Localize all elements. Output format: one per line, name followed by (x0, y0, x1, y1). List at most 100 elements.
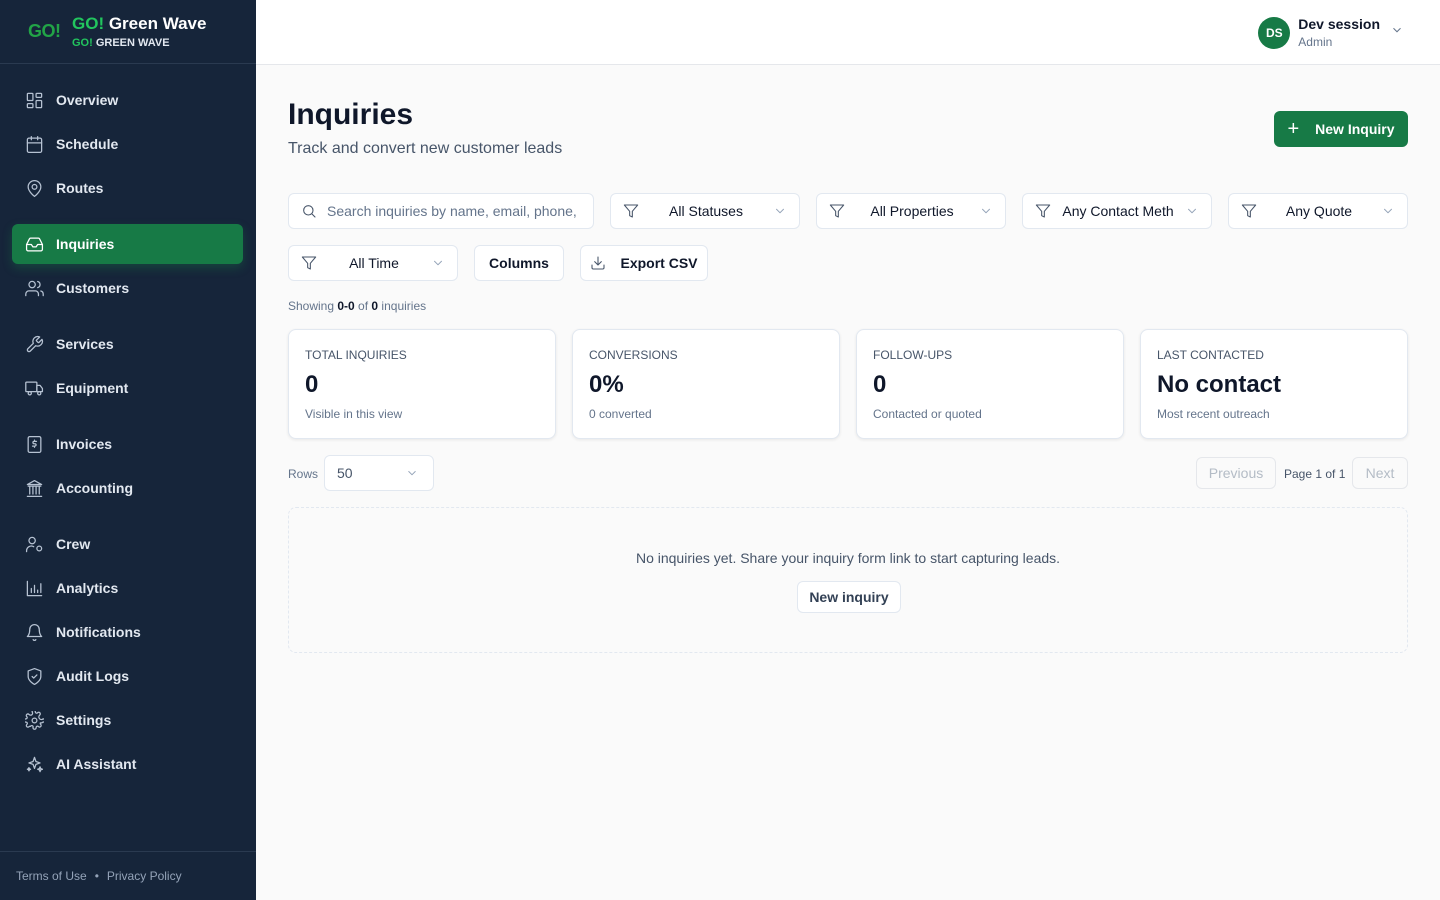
sidebar-item-label: Schedule (56, 136, 119, 152)
brand-header[interactable]: GO! GO! Green Wave GO! GREEN WAVE (0, 0, 256, 64)
sidebar-item-schedule[interactable]: Schedule (12, 124, 243, 164)
inbox-icon (24, 234, 44, 254)
rows-per-page-value: 50 (337, 465, 353, 481)
stat-value: No contact (1157, 371, 1282, 398)
stat-note: 0 converted (589, 407, 652, 421)
contact-filter-value: Any Contact Meth (1062, 203, 1174, 219)
sidebar: GO! GO! Green Wave GO! GREEN WAVE Overvi… (0, 0, 256, 900)
sidebar-item-customers[interactable]: Customers (12, 268, 243, 308)
rows-per-page-select[interactable]: 50 (324, 455, 434, 491)
stat-card-last-contacted: Last Contacted No contact Most recent ou… (1140, 329, 1408, 439)
sidebar-item-label: Overview (56, 92, 119, 108)
page-title: Inquiries (288, 98, 414, 131)
stat-label: Total Inquiries (305, 348, 407, 362)
stat-note: Most recent outreach (1157, 407, 1270, 421)
download-icon (591, 256, 606, 270)
search-placeholder: Search inquiries by name, email, phone, … (327, 203, 581, 219)
brand-subtitle: GO! GREEN WAVE (72, 37, 170, 49)
status-filter-value: All Statuses (669, 203, 743, 219)
sidebar-item-crew[interactable]: Crew (12, 524, 243, 564)
results-count: Showing 0-0 of 0 inquiries (288, 299, 427, 313)
sidebar-footer: Terms of Use • Privacy Policy (0, 851, 256, 900)
chevron-down-icon (408, 470, 416, 476)
sidebar-item-label: Inquiries (56, 236, 115, 252)
calendar-icon (24, 134, 44, 154)
sidebar-item-label: Accounting (56, 480, 133, 496)
search-input[interactable]: Search inquiries by name, email, phone, … (288, 193, 594, 229)
chevron-down-icon (776, 208, 784, 214)
stat-card-follow-ups: Follow-ups 0 Contacted or quoted (856, 329, 1124, 439)
users-icon (24, 278, 44, 298)
sidebar-item-services[interactable]: Services (12, 324, 243, 364)
stat-value: 0 (873, 371, 887, 398)
previous-page-button[interactable]: Previous (1196, 457, 1276, 489)
sidebar-item-overview[interactable]: Overview (12, 80, 243, 120)
rows-label: Rows (288, 467, 319, 481)
export-csv-button[interactable]: Export CSV (580, 245, 708, 281)
sidebar-item-label: Analytics (56, 580, 119, 596)
bell-icon (24, 622, 44, 642)
sidebar-item-notifications[interactable]: Notifications (12, 612, 243, 652)
empty-state-message: No inquiries yet. Share your inquiry for… (635, 550, 1061, 566)
empty-new-inquiry-button[interactable]: New inquiry (797, 581, 901, 613)
shield-check-icon (24, 666, 44, 686)
user-gear-icon (24, 534, 44, 554)
sidebar-item-analytics[interactable]: Analytics (12, 568, 243, 608)
filter-icon (1241, 204, 1257, 218)
map-pin-icon (24, 178, 44, 198)
contact-method-filter-select[interactable]: Any Contact Meth (1022, 193, 1212, 229)
chevron-down-icon (434, 260, 442, 266)
bank-icon (24, 478, 44, 498)
brand-logo: GO! (28, 21, 61, 41)
chevron-down-icon (1390, 23, 1404, 42)
terms-link[interactable]: Terms of Use (16, 869, 87, 883)
stat-label: Follow-ups (873, 348, 953, 362)
chevron-down-icon (1384, 208, 1392, 214)
sidebar-item-label: Crew (56, 536, 91, 552)
page-indicator: Page 1 of 1 (1284, 467, 1346, 481)
columns-button[interactable]: Columns (474, 245, 564, 281)
status-filter-select[interactable]: All Statuses (610, 193, 800, 229)
topbar: DS Dev session Admin (256, 0, 1440, 65)
sidebar-item-invoices[interactable]: Invoices (12, 424, 243, 464)
user-menu[interactable]: DS Dev session Admin (1258, 16, 1404, 49)
stat-card-conversions: Conversions 0% 0 converted (572, 329, 840, 439)
columns-label: Columns (489, 255, 549, 271)
property-filter-select[interactable]: All Properties (816, 193, 1006, 229)
time-filter-value: All Time (349, 255, 399, 271)
sidebar-item-label: Equipment (56, 380, 129, 396)
sidebar-item-routes[interactable]: Routes (12, 168, 243, 208)
stat-value: 0 (305, 371, 319, 398)
chevron-down-icon (982, 208, 990, 214)
sidebar-item-label: Invoices (56, 436, 113, 452)
stat-label: Last Contacted (1157, 348, 1264, 362)
sidebar-item-accounting[interactable]: Accounting (12, 468, 243, 508)
sidebar-item-ai-assistant[interactable]: AI Assistant (12, 744, 243, 784)
sidebar-item-audit-logs[interactable]: Audit Logs (12, 656, 243, 696)
property-filter-value: All Properties (870, 203, 954, 219)
stat-value: 0% (589, 371, 624, 398)
sidebar-item-label: Settings (56, 712, 112, 728)
export-csv-label: Export CSV (620, 255, 698, 271)
next-page-button[interactable]: Next (1352, 457, 1408, 489)
footer-separator: • (94, 869, 99, 883)
quote-filter-select[interactable]: Any Quote (1228, 193, 1408, 229)
wrench-icon (24, 334, 44, 354)
new-inquiry-button[interactable]: + New Inquiry (1274, 111, 1408, 147)
sidebar-item-equipment[interactable]: Equipment (12, 368, 243, 408)
sidebar-item-inquiries[interactable]: Inquiries (12, 224, 243, 264)
time-filter-select[interactable]: All Time (288, 245, 458, 281)
gear-icon (24, 710, 44, 730)
brand-title: GO! Green Wave (72, 14, 207, 33)
new-inquiry-label: New Inquiry (1315, 121, 1395, 137)
sidebar-item-settings[interactable]: Settings (12, 700, 243, 740)
chevron-down-icon (1188, 208, 1196, 214)
privacy-link[interactable]: Privacy Policy (107, 869, 182, 883)
user-name: Dev session (1298, 16, 1380, 32)
sidebar-item-label: Customers (56, 280, 130, 296)
stat-label: Conversions (589, 348, 678, 362)
empty-state: No inquiries yet. Share your inquiry for… (288, 507, 1408, 653)
truck-icon (24, 378, 44, 398)
page-subtitle: Track and convert new customer leads (288, 140, 563, 157)
filter-icon (1035, 204, 1051, 218)
